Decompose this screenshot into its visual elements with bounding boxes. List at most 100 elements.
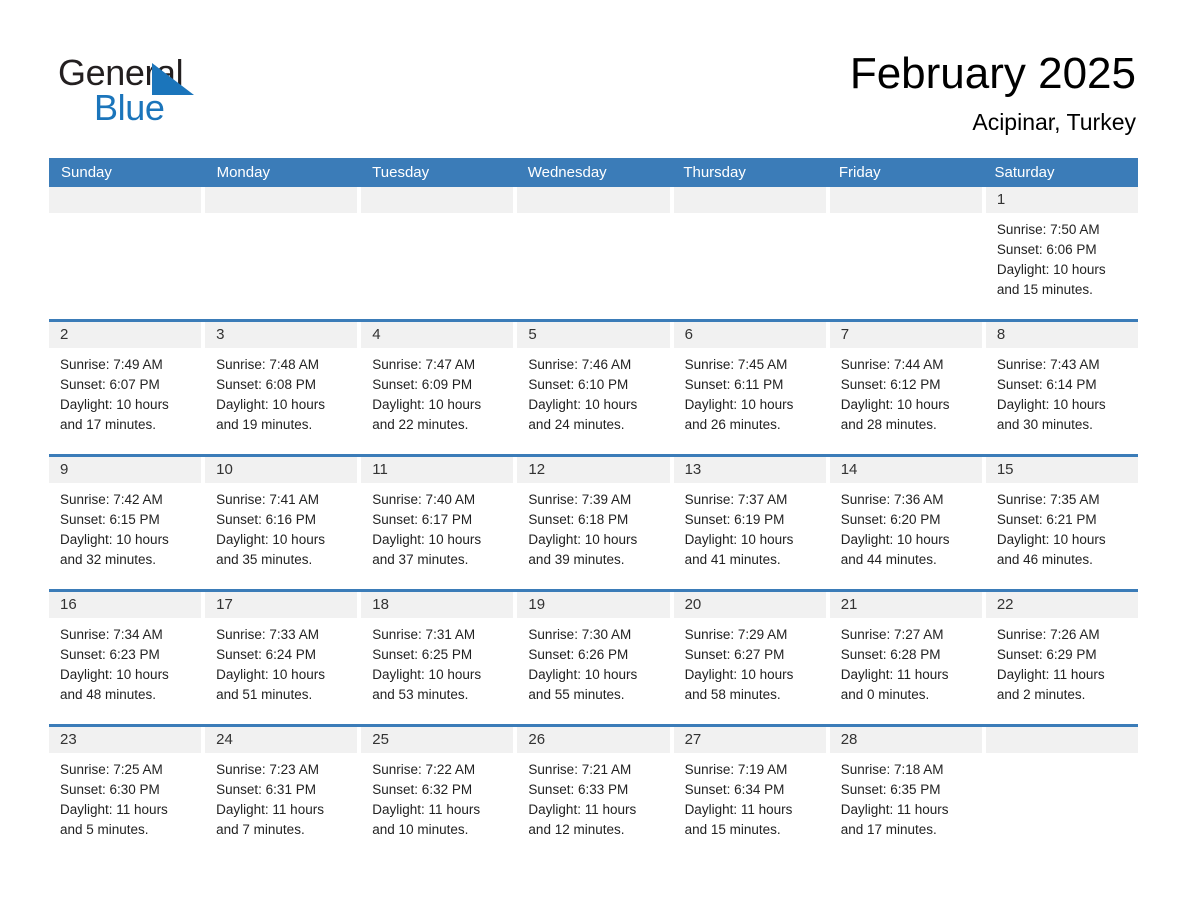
calendar-page: General Blue February 2025 Acipinar, Tur… xyxy=(0,0,1188,918)
day-cell[interactable]: 28 Sunrise: 7:18 AM Sunset: 6:35 PM Dayligh… xyxy=(829,727,986,859)
day-detail-line: Daylight: 11 hours xyxy=(840,667,949,682)
day-number: 5 xyxy=(517,322,670,348)
day-cell[interactable]: 11 Sunrise: 7:40 AM Sunset: 6:17 PM Dayligh… xyxy=(361,457,518,589)
weekday-header-friday: Friday xyxy=(838,164,881,181)
day-number: 2 xyxy=(49,322,202,348)
day-detail-line: Sunset: 6:07 PM xyxy=(60,377,160,392)
day-detail-line: Sunrise: 7:39 AM xyxy=(528,492,632,507)
day-number: 1 xyxy=(985,187,1138,213)
day-cell[interactable]: 16 Sunrise: 7:34 AM Sunset: 6:23 PM Dayligh… xyxy=(49,592,206,724)
day-number: 16 xyxy=(49,592,202,618)
calendar-week-row: 23 Sunrise: 7:25 AM Sunset: 6:30 PM Dayligh… xyxy=(49,724,1138,859)
day-detail-line: Daylight: 10 hours xyxy=(996,262,1106,277)
day-details: Sunrise: 7:45 AM Sunset: 6:11 PM Daylight:… xyxy=(674,348,826,435)
weekday-header-tuesday: Tuesday xyxy=(372,164,430,181)
day-number: 15 xyxy=(985,457,1138,483)
calendar-week-row: 9 Sunrise: 7:42 AM Sunset: 6:15 PM Daylight… xyxy=(49,454,1138,589)
day-detail-line: Sunrise: 7:50 AM xyxy=(996,222,1100,237)
day-detail-line: Sunrise: 7:37 AM xyxy=(684,492,788,507)
day-cell[interactable]: 24 Sunrise: 7:23 AM Sunset: 6:31 PM Dayligh… xyxy=(205,727,362,859)
day-detail-line: Daylight: 10 hours xyxy=(216,667,325,682)
day-number: 25 xyxy=(361,727,514,753)
day-detail-line: and 5 minutes. xyxy=(60,822,149,837)
week-cells: 9 Sunrise: 7:42 AM Sunset: 6:15 PM Daylight… xyxy=(49,457,1138,589)
day-detail-line: Daylight: 10 hours xyxy=(528,667,638,682)
day-cell[interactable]: 21 Sunrise: 7:27 AM Sunset: 6:28 PM Dayligh… xyxy=(829,592,986,724)
day-number: 28 xyxy=(829,727,982,753)
page-title: February 2025 xyxy=(849,49,1136,98)
day-cell[interactable]: 9 Sunrise: 7:42 AM Sunset: 6:15 PM Daylight… xyxy=(49,457,206,589)
day-cell[interactable]: 4 Sunrise: 7:47 AM Sunset: 6:09 PM Daylight… xyxy=(361,322,518,454)
day-number xyxy=(673,187,826,213)
day-cell[interactable]: 23 Sunrise: 7:25 AM Sunset: 6:30 PM Dayligh… xyxy=(49,727,206,859)
calendar-week-row: 2 Sunrise: 7:49 AM Sunset: 6:07 PM Daylight… xyxy=(49,319,1138,454)
day-cell[interactable]: 26 Sunrise: 7:21 AM Sunset: 6:33 PM Dayligh… xyxy=(517,727,674,859)
day-details: Sunrise: 7:21 AM Sunset: 6:33 PM Daylight:… xyxy=(517,753,669,840)
day-cell[interactable]: 15 Sunrise: 7:35 AM Sunset: 6:21 PM Dayligh… xyxy=(985,457,1138,589)
day-cell[interactable]: 13 Sunrise: 7:37 AM Sunset: 6:19 PM Dayligh… xyxy=(673,457,830,589)
calendar-week-row: 1 Sunrise: 7:50 AM Sunset: 6:06 PM Daylight… xyxy=(49,187,1138,319)
day-cell[interactable]: 22 Sunrise: 7:26 AM Sunset: 6:29 PM Dayligh… xyxy=(985,592,1138,724)
day-detail-line: and 26 minutes. xyxy=(684,417,781,432)
day-detail-line: Sunrise: 7:19 AM xyxy=(684,762,788,777)
day-details: Sunrise: 7:37 AM Sunset: 6:19 PM Daylight:… xyxy=(674,483,826,570)
day-detail-line: Daylight: 10 hours xyxy=(372,397,482,412)
day-detail-line: Daylight: 10 hours xyxy=(528,532,638,547)
day-detail-line: Sunset: 6:06 PM xyxy=(996,242,1097,257)
day-number xyxy=(205,187,358,213)
day-cell-empty xyxy=(205,187,362,319)
day-detail-line: Sunset: 6:31 PM xyxy=(216,782,316,797)
day-details: Sunrise: 7:33 AM Sunset: 6:24 PM Daylight:… xyxy=(205,618,357,705)
day-detail-line: Sunset: 6:08 PM xyxy=(216,377,316,392)
day-number xyxy=(985,727,1138,753)
day-detail-line: Sunrise: 7:43 AM xyxy=(996,357,1100,372)
day-cell[interactable]: 17 Sunrise: 7:33 AM Sunset: 6:24 PM Dayligh… xyxy=(205,592,362,724)
day-detail-line: and 44 minutes. xyxy=(840,552,937,567)
day-detail-line: Daylight: 10 hours xyxy=(372,667,482,682)
calendar-week-row: 16 Sunrise: 7:34 AM Sunset: 6:23 PM Dayligh… xyxy=(49,589,1138,724)
week-cells: 2 Sunrise: 7:49 AM Sunset: 6:07 PM Daylight… xyxy=(49,322,1138,454)
day-cell[interactable]: 12 Sunrise: 7:39 AM Sunset: 6:18 PM Dayligh… xyxy=(517,457,674,589)
day-detail-line: Sunrise: 7:27 AM xyxy=(840,627,944,642)
day-detail-line: Sunset: 6:15 PM xyxy=(60,512,160,527)
day-number: 11 xyxy=(361,457,514,483)
day-details: Sunrise: 7:44 AM Sunset: 6:12 PM Daylight:… xyxy=(830,348,982,435)
day-details: Sunrise: 7:41 AM Sunset: 6:16 PM Daylight:… xyxy=(205,483,357,570)
weekday-header-wednesday: Wednesday xyxy=(527,164,607,181)
day-detail-line: Sunrise: 7:47 AM xyxy=(372,357,476,372)
day-cell[interactable]: 18 Sunrise: 7:31 AM Sunset: 6:25 PM Dayligh… xyxy=(361,592,518,724)
general-blue-logo[interactable]: General Blue xyxy=(58,52,318,128)
day-detail-line: and 53 minutes. xyxy=(372,687,469,702)
day-detail-line: Sunset: 6:28 PM xyxy=(840,647,941,662)
day-number: 13 xyxy=(673,457,826,483)
week-cells: 16 Sunrise: 7:34 AM Sunset: 6:23 PM Dayligh… xyxy=(49,592,1138,724)
day-detail-line: Sunset: 6:10 PM xyxy=(528,377,629,392)
day-cell[interactable]: 27 Sunrise: 7:19 AM Sunset: 6:34 PM Dayligh… xyxy=(673,727,830,859)
day-detail-line: Sunrise: 7:49 AM xyxy=(60,357,163,372)
day-details: Sunrise: 7:50 AM Sunset: 6:06 PM Daylight:… xyxy=(986,213,1138,300)
day-number: 22 xyxy=(985,592,1138,618)
day-cell[interactable]: 10 Sunrise: 7:41 AM Sunset: 6:16 PM Dayligh… xyxy=(205,457,362,589)
day-detail-line: Sunrise: 7:23 AM xyxy=(216,762,319,777)
day-cell[interactable]: 1 Sunrise: 7:50 AM Sunset: 6:06 PM Daylight… xyxy=(985,187,1138,319)
day-detail-line: Sunrise: 7:46 AM xyxy=(528,357,632,372)
day-cell[interactable]: 3 Sunrise: 7:48 AM Sunset: 6:08 PM Daylight… xyxy=(205,322,362,454)
day-cell[interactable]: 8 Sunrise: 7:43 AM Sunset: 6:14 PM Daylight… xyxy=(985,322,1138,454)
day-detail-line: Sunrise: 7:18 AM xyxy=(840,762,944,777)
day-cell[interactable]: 2 Sunrise: 7:49 AM Sunset: 6:07 PM Daylight… xyxy=(49,322,206,454)
day-cell[interactable]: 19 Sunrise: 7:30 AM Sunset: 6:26 PM Dayligh… xyxy=(517,592,674,724)
day-detail-line: and 32 minutes. xyxy=(60,552,157,567)
day-number: 27 xyxy=(673,727,826,753)
day-detail-line: and 12 minutes. xyxy=(528,822,625,837)
page-header: General Blue February 2025 Acipinar, Tur… xyxy=(0,0,1188,155)
day-cell[interactable]: 14 Sunrise: 7:36 AM Sunset: 6:20 PM Dayligh… xyxy=(829,457,986,589)
day-cell[interactable]: 20 Sunrise: 7:29 AM Sunset: 6:27 PM Dayligh… xyxy=(673,592,830,724)
day-detail-line: Daylight: 11 hours xyxy=(372,802,481,817)
day-detail-line: Sunrise: 7:45 AM xyxy=(684,357,788,372)
day-cell[interactable]: 7 Sunrise: 7:44 AM Sunset: 6:12 PM Daylight… xyxy=(829,322,986,454)
day-detail-line: and 46 minutes. xyxy=(996,552,1093,567)
day-cell[interactable]: 5 Sunrise: 7:46 AM Sunset: 6:10 PM Daylight… xyxy=(517,322,674,454)
day-cell[interactable]: 25 Sunrise: 7:22 AM Sunset: 6:32 PM Dayligh… xyxy=(361,727,518,859)
day-details: Sunrise: 7:40 AM Sunset: 6:17 PM Daylight:… xyxy=(361,483,513,570)
day-cell[interactable]: 6 Sunrise: 7:45 AM Sunset: 6:11 PM Daylight… xyxy=(673,322,830,454)
